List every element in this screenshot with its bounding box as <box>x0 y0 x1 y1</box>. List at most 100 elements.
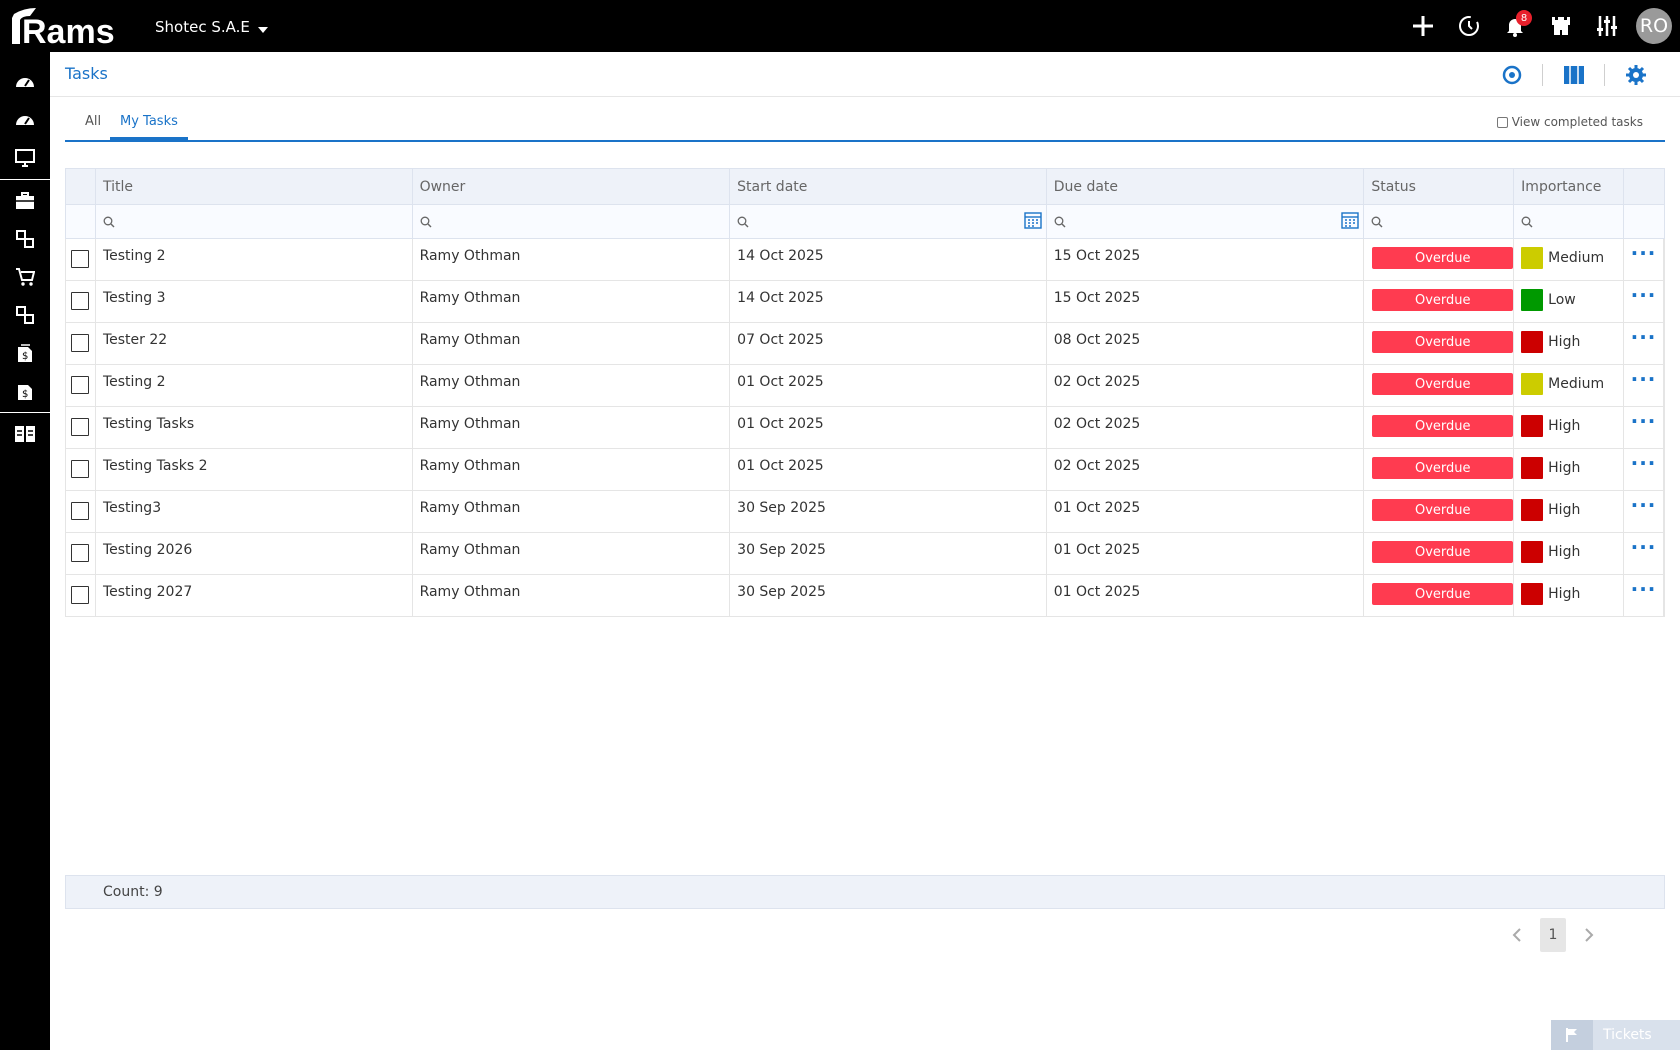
more-options-icon[interactable]: ··· <box>1631 411 1657 431</box>
company-selector[interactable]: Shotec S.A.E <box>155 18 268 36</box>
add-button[interactable] <box>1400 0 1446 52</box>
castle-icon <box>1552 17 1570 35</box>
task-owner: Ramy Othman <box>413 239 731 280</box>
start-date-filter-input[interactable] <box>730 205 1047 238</box>
view-completed-checkbox[interactable] <box>1496 116 1508 128</box>
task-title[interactable]: Tester 22 <box>96 323 413 364</box>
settings-button[interactable] <box>1605 52 1666 97</box>
status-cell: Overdue <box>1364 281 1515 322</box>
notifications-button[interactable]: 8 <box>1492 0 1538 52</box>
importance-cell: High <box>1514 491 1625 532</box>
row-actions-cell: ··· <box>1624 533 1664 574</box>
sidebar-item-invoice[interactable]: $ <box>0 334 50 372</box>
more-options-icon[interactable]: ··· <box>1631 579 1657 599</box>
more-options-icon[interactable]: ··· <box>1631 495 1657 515</box>
history-button[interactable] <box>1446 0 1492 52</box>
more-options-icon[interactable]: ··· <box>1631 285 1657 305</box>
sidebar-item-invoice-2[interactable]: $ <box>0 372 50 410</box>
row-checkbox[interactable] <box>71 502 90 520</box>
sidebar-item-monitor[interactable] <box>0 139 50 177</box>
flag-icon <box>1551 1020 1593 1050</box>
user-avatar[interactable]: RO <box>1636 8 1672 44</box>
sidebar-item-dashboard[interactable] <box>0 63 50 101</box>
row-checkbox[interactable] <box>71 460 90 478</box>
row-checkbox[interactable] <box>71 250 90 268</box>
title-filter-input[interactable] <box>95 205 413 238</box>
sidebar-item-assets-2[interactable] <box>0 296 50 334</box>
task-owner: Ramy Othman <box>413 575 731 616</box>
grid-filter-row <box>65 204 1665 239</box>
sidebar-item-cart[interactable] <box>0 258 50 296</box>
table-row[interactable]: Testing 2 Ramy Othman 01 Oct 2025 02 Oct 20… <box>65 365 1665 407</box>
calendar-icon[interactable] <box>1024 211 1042 229</box>
table-row[interactable]: Tester 22 Ramy Othman 07 Oct 2025 08 Oct 20… <box>65 323 1665 365</box>
table-row[interactable]: Testing3 Ramy Othman 30 Sep 2025 01 Oct 202… <box>65 491 1665 533</box>
status-cell: Overdue <box>1364 491 1515 532</box>
tab-my-tasks[interactable]: My Tasks <box>110 114 188 140</box>
task-owner: Ramy Othman <box>413 533 731 574</box>
column-start-date[interactable]: Start date <box>730 169 1047 204</box>
row-checkbox[interactable] <box>71 586 90 604</box>
sidebar-item-briefcase[interactable] <box>0 182 50 220</box>
previous-page-button[interactable] <box>1506 918 1528 952</box>
more-options-icon[interactable]: ··· <box>1631 369 1657 389</box>
importance-swatch <box>1521 457 1544 479</box>
search-icon <box>1371 216 1383 227</box>
assets-icon <box>16 306 34 324</box>
task-due-date: 02 Oct 2025 <box>1047 407 1365 448</box>
sidebar-item-assets[interactable] <box>0 220 50 258</box>
importance-swatch <box>1521 289 1544 311</box>
row-checkbox[interactable] <box>71 292 90 310</box>
status-cell: Overdue <box>1364 239 1515 280</box>
importance-swatch <box>1521 583 1544 605</box>
task-title[interactable]: Testing 2 <box>96 239 413 280</box>
row-actions-cell: ··· <box>1624 575 1664 616</box>
more-options-icon[interactable]: ··· <box>1631 453 1657 473</box>
column-due-date[interactable]: Due date <box>1047 169 1365 204</box>
next-page-button[interactable] <box>1578 918 1600 952</box>
table-row[interactable]: Testing 3 Ramy Othman 14 Oct 2025 15 Oct 20… <box>65 281 1665 323</box>
column-owner[interactable]: Owner <box>413 169 731 204</box>
row-checkbox[interactable] <box>71 334 90 352</box>
more-options-icon[interactable]: ··· <box>1631 327 1657 347</box>
filters-button[interactable] <box>1584 0 1630 52</box>
task-title[interactable]: Testing 2027 <box>96 575 413 616</box>
page-number[interactable]: 1 <box>1540 918 1566 952</box>
column-title[interactable]: Title <box>96 169 413 204</box>
task-title[interactable]: Testing 3 <box>96 281 413 322</box>
row-checkbox[interactable] <box>71 418 90 436</box>
table-row[interactable]: Testing Tasks 2 Ramy Othman 01 Oct 2025 02 … <box>65 449 1665 491</box>
due-date-filter-input[interactable] <box>1046 205 1365 238</box>
columns-button[interactable] <box>1543 52 1604 97</box>
calendar-icon[interactable] <box>1341 211 1360 229</box>
table-row[interactable]: Testing Tasks Ramy Othman 01 Oct 2025 02 Oc… <box>65 407 1665 449</box>
importance-filter-input[interactable] <box>1514 205 1625 238</box>
castle-button[interactable] <box>1538 0 1584 52</box>
task-title[interactable]: Testing3 <box>96 491 413 532</box>
row-checkbox[interactable] <box>71 544 90 562</box>
task-title[interactable]: Testing 2026 <box>96 533 413 574</box>
table-row[interactable]: Testing 2027 Ramy Othman 30 Sep 2025 01 Oct… <box>65 575 1665 617</box>
table-row[interactable]: Testing 2026 Ramy Othman 30 Sep 2025 01 Oct… <box>65 533 1665 575</box>
status-filter-input[interactable] <box>1364 205 1515 238</box>
sidebar-item-reports[interactable] <box>0 415 50 453</box>
refresh-button[interactable] <box>1481 52 1542 97</box>
more-options-icon[interactable]: ··· <box>1631 243 1657 263</box>
sidebar: $ $ <box>0 52 50 1050</box>
owner-filter-input[interactable] <box>412 205 731 238</box>
rams-logo[interactable]: Rams <box>10 6 132 46</box>
tickets-button[interactable]: Tickets <box>1551 1020 1680 1050</box>
task-title[interactable]: Testing 2 <box>96 365 413 406</box>
row-actions-cell: ··· <box>1624 449 1664 490</box>
sidebar-item-dashboard-2[interactable] <box>0 101 50 139</box>
table-row[interactable]: Testing 2 Ramy Othman 14 Oct 2025 15 Oct 20… <box>65 239 1665 281</box>
task-title[interactable]: Testing Tasks 2 <box>96 449 413 490</box>
tab-all[interactable]: All <box>75 114 111 140</box>
column-importance[interactable]: Importance <box>1514 169 1625 204</box>
status-badge: Overdue <box>1372 373 1514 395</box>
row-checkbox[interactable] <box>71 376 90 394</box>
view-completed-toggle[interactable]: View completed tasks <box>1496 115 1643 129</box>
task-title[interactable]: Testing Tasks <box>96 407 413 448</box>
column-status[interactable]: Status <box>1364 169 1515 204</box>
more-options-icon[interactable]: ··· <box>1631 537 1657 557</box>
